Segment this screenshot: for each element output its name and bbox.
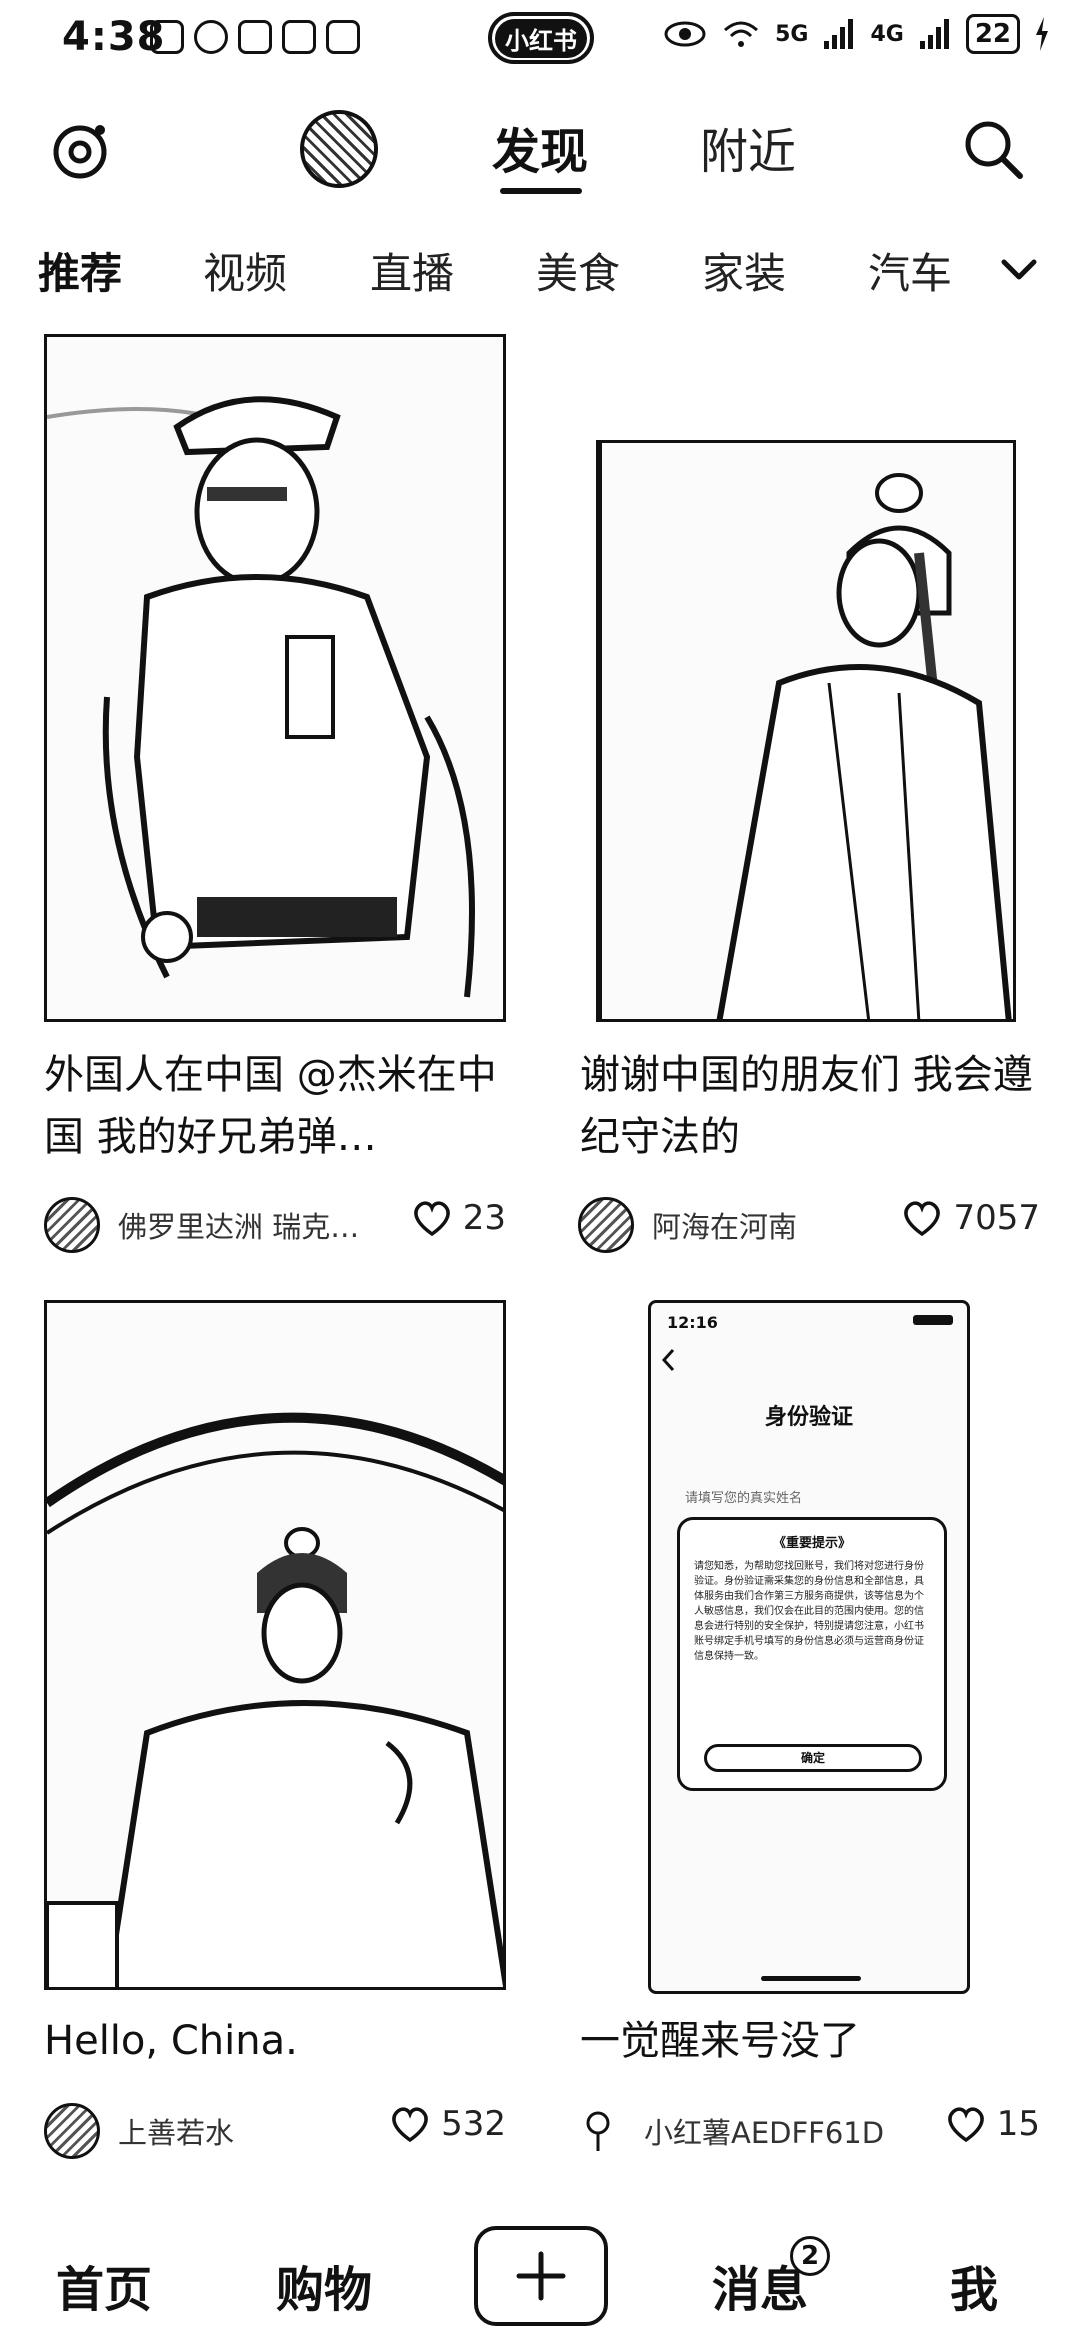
- author-avatar[interactable]: [578, 1197, 634, 1253]
- nav-me[interactable]: 我: [950, 2250, 998, 2320]
- location-pin-icon: [586, 2111, 610, 2151]
- category-tabs: 推荐 视频 直播 美食 家装 汽车: [0, 232, 1080, 312]
- screenshot-notice-title: 《重要提示》: [772, 1536, 851, 1551]
- post-image-police-officer[interactable]: [44, 334, 506, 1022]
- app-indicator-pill: 小红书: [488, 12, 594, 64]
- screenshot-subtitle: 请填写您的真实姓名: [685, 1491, 803, 1506]
- heart-icon: [947, 2107, 984, 2143]
- top-navigation: 发现 附近: [0, 90, 1080, 210]
- screenshot-status-icons: [913, 1315, 953, 1325]
- category-tab-home-decor[interactable]: 家装: [702, 240, 786, 301]
- screenshot-home-indicator: [761, 1976, 861, 1981]
- post-meta: 阿海在河南 7057: [578, 1190, 1040, 1260]
- post-meta: 佛罗里达洲 瑞克… 23: [44, 1190, 506, 1260]
- tab-active-indicator: [500, 188, 582, 194]
- screenshot-heading: 身份验证: [764, 1405, 853, 1430]
- screenshot-notice-body: 请您知悉，为帮助您找回账号，我们将对您进行身份验证。身份验证需采集您的身份信息和…: [694, 1561, 924, 1662]
- charging-icon: [1036, 17, 1048, 51]
- screenshot-time: 12:16: [667, 1313, 718, 1332]
- author-name[interactable]: 阿海在河南: [652, 1204, 797, 1246]
- heart-icon: [904, 1201, 941, 1237]
- wifi-icon: [724, 21, 759, 47]
- like-button[interactable]: 23: [411, 1198, 506, 1238]
- screenshot-notice-dialog: 《重要提示》 请您知悉，为帮助您找回账号，我们将对您进行身份验证。身份验证需采集…: [677, 1517, 947, 1791]
- post-image-verification-screenshot[interactable]: 12:16 身份验证 请填写您的真实姓名 《重要提示》 请您知悉，为帮助您找回账…: [648, 1300, 970, 1994]
- messages-badge: 2: [790, 2236, 830, 2276]
- nav-home[interactable]: 首页: [56, 2250, 152, 2320]
- bottom-navigation: 首页 购物 消息 2 我: [0, 2190, 1080, 2340]
- tab-nearby[interactable]: 附近: [700, 112, 796, 182]
- post-title[interactable]: 外国人在中国 @杰米在中国 我的好兄弟弹…: [44, 1044, 514, 1168]
- heart-icon: [392, 2107, 428, 2143]
- network-5g-label: 5G: [775, 21, 809, 47]
- notification-icon: [282, 20, 316, 54]
- post-title[interactable]: 一觉醒来号没了: [580, 2010, 1050, 2072]
- category-tab-recommend[interactable]: 推荐: [38, 240, 122, 301]
- menu-icon[interactable]: [48, 118, 112, 182]
- battery-indicator: 22: [965, 14, 1020, 54]
- like-button[interactable]: 7057: [901, 1198, 1040, 1238]
- author-avatar[interactable]: [44, 2103, 100, 2159]
- category-tab-video[interactable]: 视频: [203, 240, 287, 301]
- hanfu-man-seated-illustration: [47, 1303, 503, 1987]
- author-avatar[interactable]: [44, 1197, 100, 1253]
- chevron-down-icon[interactable]: [996, 246, 1042, 292]
- plus-icon: [516, 2251, 566, 2301]
- signal-icon: [919, 19, 949, 49]
- create-post-button[interactable]: [474, 2226, 608, 2326]
- notification-icon: [194, 20, 228, 54]
- post-title[interactable]: 谢谢中国的朋友们 我会遵纪守法的: [580, 1044, 1050, 1168]
- like-count: 532: [441, 2104, 506, 2144]
- like-button[interactable]: 532: [389, 2104, 506, 2144]
- notification-icons: [150, 20, 360, 54]
- author-name[interactable]: 上善若水: [118, 2110, 234, 2152]
- nav-shop[interactable]: 购物: [276, 2250, 372, 2320]
- author-name[interactable]: 佛罗里达洲 瑞克…: [118, 1204, 359, 1246]
- post-meta: 小红薯AEDFF61D 15: [578, 2096, 1040, 2166]
- notification-icon: [326, 20, 360, 54]
- back-arrow-icon: [661, 1348, 675, 1372]
- category-tab-live[interactable]: 直播: [370, 240, 454, 301]
- notification-icon: [238, 20, 272, 54]
- author-name[interactable]: 小红薯AEDFF61D: [644, 2110, 884, 2152]
- status-right: 5G 4G 22: [663, 14, 1050, 54]
- app-indicator-label: 小红书: [495, 18, 587, 58]
- notification-icon: [150, 20, 184, 54]
- post-meta: 上善若水 532: [44, 2096, 506, 2166]
- post-title[interactable]: Hello, China.: [44, 2010, 514, 2072]
- network-4g-label: 4G: [870, 21, 904, 47]
- signal-icon: [824, 19, 854, 49]
- like-button[interactable]: 15: [945, 2104, 1040, 2144]
- screenshot-confirm-button: 确定: [704, 1744, 922, 1772]
- eye-icon: [664, 21, 706, 47]
- hanfu-man-illustration: [599, 443, 1013, 1019]
- like-count: 7057: [953, 1198, 1040, 1238]
- tab-discover[interactable]: 发现: [492, 112, 588, 182]
- post-image-hanfu-man[interactable]: [596, 440, 1016, 1022]
- category-tab-cars[interactable]: 汽车: [868, 240, 952, 301]
- post-image-hanfu-man-seated[interactable]: [44, 1300, 506, 1990]
- search-icon[interactable]: [960, 116, 1026, 182]
- like-count: 15: [996, 2104, 1040, 2144]
- category-tab-food[interactable]: 美食: [536, 240, 620, 301]
- heart-icon: [413, 1201, 450, 1237]
- status-bar: 4:38 小红书 5G 4G 22: [0, 0, 1080, 80]
- profile-avatar[interactable]: [300, 110, 378, 188]
- like-count: 23: [462, 1198, 506, 1238]
- police-officer-illustration: [47, 337, 503, 1019]
